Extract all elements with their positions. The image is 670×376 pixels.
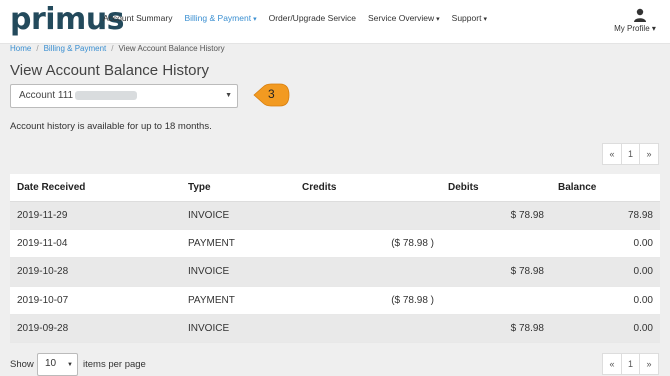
balance-history-table: Date Received Type Credits Debits Balanc… <box>10 174 660 344</box>
table-row: 2019-10-07 PAYMENT ($ 78.98 ) 0.00 <box>10 286 660 316</box>
account-select[interactable]: Account 111 ▼ <box>10 84 238 108</box>
pagination-next-button[interactable]: » <box>639 353 659 375</box>
profile-label: My Profile ▾ <box>614 24 656 33</box>
column-balance[interactable]: Balance <box>551 174 660 202</box>
breadcrumb-home[interactable]: Home <box>10 44 31 53</box>
pagination-top: « 1 » <box>602 143 659 165</box>
cell-date: 2019-11-04 <box>10 229 181 259</box>
items-per-page-label: items per page <box>83 359 146 370</box>
column-type[interactable]: Type <box>181 174 295 202</box>
cell-balance: 0.00 <box>551 286 660 316</box>
user-icon <box>634 8 646 22</box>
column-debits[interactable]: Debits <box>441 174 551 202</box>
column-date-received[interactable]: Date Received <box>10 174 181 202</box>
cell-date: 2019-10-07 <box>10 286 181 316</box>
redacted-account-digits <box>75 90 138 100</box>
profile-menu[interactable]: My Profile ▾ <box>614 8 660 33</box>
table-row: 2019-09-28 INVOICE $ 78.98 0.00 <box>10 314 660 344</box>
cell-balance: 0.00 <box>551 314 660 344</box>
cell-credits: ($ 78.98 ) <box>295 286 441 316</box>
cell-balance: 0.00 <box>551 229 660 259</box>
cell-debits <box>441 286 551 316</box>
table-row: 2019-11-29 INVOICE $ 78.98 78.98 <box>10 201 660 230</box>
chevron-down-icon: ▼ <box>67 362 73 368</box>
chevron-down-icon: ▾ <box>436 16 440 23</box>
cell-credits <box>295 314 441 344</box>
table-header-row: Date Received Type Credits Debits Balanc… <box>10 174 660 202</box>
cell-debits <box>441 229 551 259</box>
main-nav: Account Summary Billing & Payment ▾ Order… <box>103 13 499 23</box>
page-title: View Account Balance History <box>10 62 209 79</box>
chevron-down-icon: ▼ <box>225 92 232 99</box>
breadcrumb: Home / Billing & Payment / View Account Bala… <box>10 44 225 53</box>
pagination-next-button[interactable]: » <box>639 143 659 165</box>
cell-balance: 78.98 <box>551 201 660 230</box>
items-per-page-select[interactable]: 10 ▼ <box>37 353 78 376</box>
nav-order-upgrade-service[interactable]: Order/Upgrade Service <box>269 13 356 23</box>
pagination-page-1[interactable]: 1 <box>621 353 640 375</box>
nav-account-summary[interactable]: Account Summary <box>103 13 172 23</box>
cell-debits: $ 78.98 <box>441 201 551 230</box>
top-navbar: primus Account Summary Billing & Payment… <box>0 0 670 44</box>
pagination-prev-button[interactable]: « <box>602 353 622 375</box>
chevron-down-icon: ▾ <box>483 16 487 23</box>
breadcrumb-separator: / <box>36 44 39 53</box>
history-note: Account history is available for up to 1… <box>10 121 212 132</box>
cell-balance: 0.00 <box>551 257 660 287</box>
column-credits[interactable]: Credits <box>295 174 441 202</box>
pagination-prev-button[interactable]: « <box>602 143 622 165</box>
chevron-down-icon: ▾ <box>253 16 257 23</box>
step-number: 3 <box>268 87 275 101</box>
nav-service-overview[interactable]: Service Overview ▾ <box>368 13 440 23</box>
cell-date: 2019-10-28 <box>10 257 181 287</box>
cell-debits: $ 78.98 <box>441 314 551 344</box>
cell-date: 2019-09-28 <box>10 314 181 344</box>
breadcrumb-separator: / <box>111 44 114 53</box>
breadcrumb-current: View Account Balance History <box>118 44 225 53</box>
cell-date: 2019-11-29 <box>10 201 181 230</box>
table-row: 2019-11-04 PAYMENT ($ 78.98 ) 0.00 <box>10 229 660 259</box>
nav-billing-payment[interactable]: Billing & Payment ▾ <box>184 13 256 23</box>
breadcrumb-billing-payment[interactable]: Billing & Payment <box>44 44 107 53</box>
cell-credits <box>295 257 441 287</box>
cell-type: INVOICE <box>181 257 295 287</box>
cell-debits: $ 78.98 <box>441 257 551 287</box>
table-row: 2019-10-28 INVOICE $ 78.98 0.00 <box>10 257 660 287</box>
cell-type: INVOICE <box>181 201 295 230</box>
nav-support[interactable]: Support ▾ <box>452 13 487 23</box>
cell-type: PAYMENT <box>181 286 295 316</box>
items-per-page-value: 10 <box>45 358 57 369</box>
cell-type: PAYMENT <box>181 229 295 259</box>
cell-credits <box>295 201 441 230</box>
pagination-bottom: « 1 » <box>602 353 659 375</box>
pagination-page-1[interactable]: 1 <box>621 143 640 165</box>
cell-credits: ($ 78.98 ) <box>295 229 441 259</box>
cell-type: INVOICE <box>181 314 295 344</box>
account-select-value: Account 111 <box>19 90 74 101</box>
show-label: Show <box>10 359 34 370</box>
